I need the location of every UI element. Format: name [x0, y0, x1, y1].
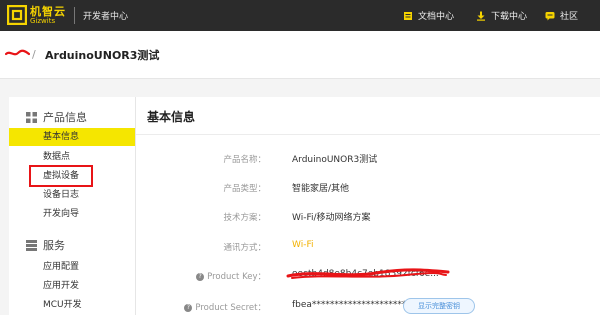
logo-english-text: Gizwits	[30, 17, 56, 25]
sidebar-item-dev-guide[interactable]: 开发向导	[9, 205, 135, 223]
help-icon[interactable]: ?	[196, 273, 205, 281]
sidebar-section-title: 服务	[43, 239, 65, 252]
product-type-label: 产品类型：	[223, 184, 266, 194]
sidebar: 产品信息 基本信息 数据点 虚拟设备 设备日志 开发向导 服务 应用配置 应用开…	[9, 97, 135, 315]
grid-icon	[26, 111, 37, 123]
title-divider	[136, 134, 600, 135]
sidebar-item-app-config[interactable]: 应用配置	[9, 258, 135, 276]
document-icon	[404, 11, 412, 20]
nav-docs-center[interactable]: 文档中心	[403, 9, 454, 22]
nav-community-label: 社区	[560, 12, 579, 22]
tech-solution-label: 技术方案：	[223, 213, 266, 223]
sidebar-section-services: 服务	[9, 235, 135, 255]
sidebar-item-device-log[interactable]: 设备日志	[9, 186, 135, 204]
logo-divider	[74, 7, 75, 24]
top-navbar: 机智云 Gizwits 开发者中心 文档中心 下载中心 社区	[0, 0, 600, 31]
breadcrumb-separator: /	[32, 48, 36, 61]
help-icon[interactable]: ?	[184, 304, 193, 312]
product-secret-label: Product Secret：	[195, 303, 266, 313]
product-type-value: 智能家居/其他	[292, 184, 350, 194]
main-panel: 基本信息 产品名称： ArduinoUNOR3测试 产品类型： 智能家居/其他 …	[135, 97, 600, 315]
developer-center-link[interactable]: 开发者中心	[83, 9, 128, 22]
sidebar-section-title: 产品信息	[43, 111, 87, 124]
product-key-label-wrap: ? Product Key：	[136, 270, 266, 282]
sidebar-section-product-info: 产品信息	[9, 107, 135, 127]
download-icon	[477, 11, 485, 21]
stack-icon	[26, 239, 37, 251]
product-key-redaction-scribble	[286, 268, 450, 279]
nav-docs-label: 文档中心	[418, 12, 455, 22]
sidebar-item-basic-info[interactable]: 基本信息	[9, 128, 135, 146]
product-name-label: 产品名称：	[223, 155, 266, 165]
community-icon	[545, 11, 555, 20]
show-full-secret-button[interactable]: 显示完整密钥	[403, 298, 475, 314]
breadcrumb-current: ArduinoUNOR3测试	[45, 49, 160, 62]
sidebar-item-mcu-dev[interactable]: MCU开发	[9, 296, 135, 314]
redacted-breadcrumb-parent	[5, 49, 30, 56]
tech-solution-value: Wi-Fi/移动网络方案	[292, 213, 371, 223]
sidebar-item-data-points[interactable]: 数据点	[9, 148, 135, 166]
sidebar-item-app-dev[interactable]: 应用开发	[9, 277, 135, 295]
product-name-value: ArduinoUNOR3测试	[292, 155, 378, 165]
annotation-highlight-box	[29, 165, 93, 187]
gizwits-logo-icon[interactable]	[7, 5, 27, 25]
nav-community[interactable]: 社区	[545, 9, 578, 22]
comm-method-value: Wi-Fi	[292, 240, 314, 250]
nav-download-label: 下载中心	[491, 12, 528, 22]
page-title: 基本信息	[147, 110, 196, 124]
breadcrumb: / ArduinoUNOR3测试	[0, 31, 600, 79]
product-key-label: Product Key：	[207, 272, 266, 282]
product-secret-label-wrap: ? Product Secret：	[136, 301, 266, 313]
comm-method-label: 通讯方式：	[223, 243, 266, 253]
nav-download-center[interactable]: 下载中心	[476, 9, 527, 22]
